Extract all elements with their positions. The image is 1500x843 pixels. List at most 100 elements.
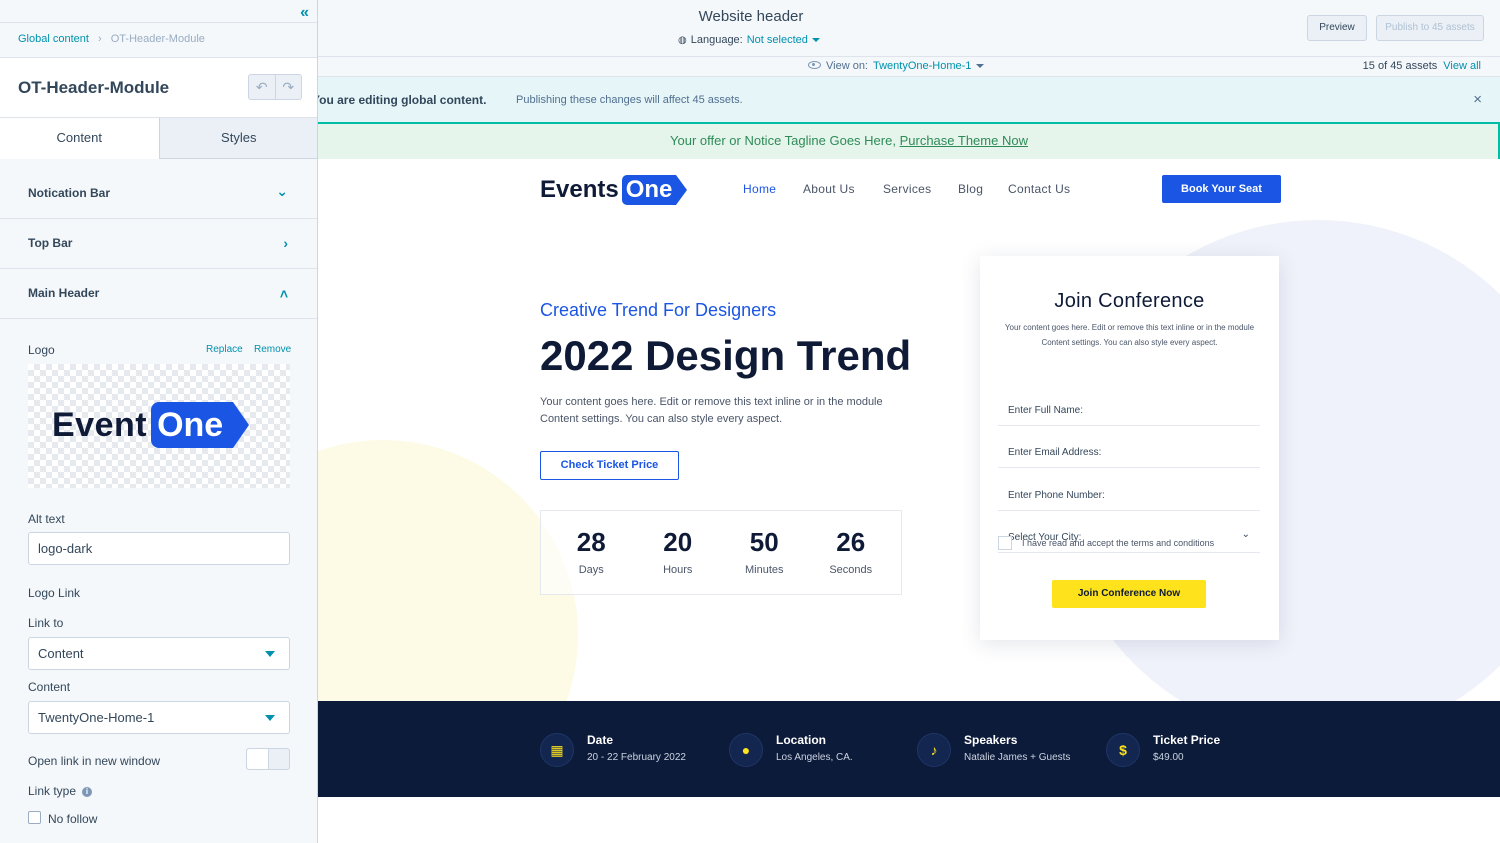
countdown-label: Hours xyxy=(663,564,693,576)
replace-logo-link[interactable]: Replace xyxy=(206,344,243,355)
info-value: Los Angeles, CA. xyxy=(776,752,853,763)
module-title: OT-Header-Module xyxy=(18,78,170,97)
chevron-down-icon: ⌄ xyxy=(276,183,288,199)
info-icon[interactable]: i xyxy=(82,787,93,797)
countdown-days: 28 Days xyxy=(548,511,635,594)
open-new-window-label: Open link in new window xyxy=(28,754,161,768)
link-to-value: Content xyxy=(38,646,84,661)
purchase-theme-link[interactable]: Purchase Theme Now xyxy=(900,133,1028,148)
microphone-icon: ♪ xyxy=(917,733,951,767)
logo-label: Logo xyxy=(28,343,55,357)
calendar-icon: ▦ xyxy=(540,733,574,767)
decorative-yellow-circle xyxy=(318,440,578,701)
caret-down-icon xyxy=(976,64,985,68)
undo-icon[interactable]: ↶ xyxy=(249,75,276,99)
info-heading: Location xyxy=(776,733,826,747)
email-field[interactable]: Enter Email Address: xyxy=(998,434,1260,468)
link-to-select[interactable]: Content xyxy=(28,637,290,670)
tab-styles[interactable]: Styles xyxy=(159,118,317,159)
toggle-knob xyxy=(247,749,269,769)
section-notification-bar[interactable]: Notication Bar ⌄ xyxy=(0,169,317,219)
info-heading: Ticket Price xyxy=(1153,733,1221,747)
logo-word-one: One xyxy=(621,175,688,205)
caret-down-icon xyxy=(265,715,275,721)
publish-button[interactable]: Publish to 45 assets xyxy=(1376,15,1484,41)
breadcrumb-current: OT-Header-Module xyxy=(110,33,205,45)
form-description: Your content goes here. Edit or remove t… xyxy=(1004,323,1255,347)
check-ticket-price-button[interactable]: Check Ticket Price xyxy=(540,451,679,480)
logo-preview[interactable]: Event One xyxy=(28,364,290,488)
sidebar-tabs: Content Styles xyxy=(0,118,317,159)
full-name-field[interactable]: Enter Full Name: xyxy=(998,392,1260,426)
remove-logo-link[interactable]: Remove xyxy=(254,344,291,355)
link-to-label: Link to xyxy=(28,616,64,630)
chevron-down-icon: ⌄ xyxy=(1241,529,1250,540)
close-icon[interactable]: × xyxy=(1473,91,1482,108)
form-title: Join Conference xyxy=(1054,290,1205,312)
content-value: TwentyOne-Home-1 xyxy=(38,710,155,725)
language-value: Not selected xyxy=(746,34,808,46)
nav-blog[interactable]: Blog xyxy=(958,182,983,196)
view-on-label: View on: xyxy=(826,60,868,72)
undo-redo-group: ↶ ↷ xyxy=(248,74,302,100)
info-heading: Speakers xyxy=(964,733,1018,747)
no-follow-checkbox[interactable] xyxy=(28,811,41,824)
section-label: Main Header xyxy=(28,286,100,300)
redo-icon[interactable]: ↷ xyxy=(276,75,302,99)
content-label: Content xyxy=(28,680,71,694)
logo-word-events: Events xyxy=(540,176,619,203)
content-select[interactable]: TwentyOne-Home-1 xyxy=(28,701,290,734)
logo-image: Event One xyxy=(52,402,250,448)
view-on-selector[interactable]: View on: TwentyOne-Home-1 xyxy=(808,60,985,72)
hero-description: Your content goes here. Edit or remove t… xyxy=(540,396,883,425)
chevron-up-icon: ˄ xyxy=(279,286,288,302)
site-logo[interactable]: Events One xyxy=(540,175,688,205)
view-all-link[interactable]: View all xyxy=(1443,60,1481,72)
page-title: Website header xyxy=(698,8,804,25)
language-label: Language: xyxy=(690,34,743,46)
countdown-label: Seconds xyxy=(829,564,873,576)
nav-home[interactable]: Home xyxy=(743,182,776,196)
editor-topbar: Website header ◍ Language: Not selected Pr… xyxy=(318,0,1500,57)
view-on-value: TwentyOne-Home-1 xyxy=(873,60,972,72)
countdown-label: Days xyxy=(578,564,604,576)
logo-word-one: One xyxy=(151,402,250,448)
collapse-sidebar-icon[interactable]: « xyxy=(300,4,309,22)
nav-services[interactable]: Services xyxy=(883,182,931,196)
join-conference-button[interactable]: Join Conference Now xyxy=(1052,580,1206,608)
countdown-seconds: 26 Seconds xyxy=(808,511,895,594)
language-selector[interactable]: ◍ Language: Not selected xyxy=(678,34,820,46)
section-label: Top Bar xyxy=(28,236,73,250)
location-pin-icon: ● xyxy=(729,733,763,767)
asset-count-text: 15 of 45 assets xyxy=(1362,60,1438,72)
section-main-header[interactable]: Main Header ˄ xyxy=(0,269,317,319)
dollar-icon: $ xyxy=(1106,733,1140,767)
logo-word-event: Event xyxy=(52,405,148,444)
view-bar: View on: TwentyOne-Home-1 15 of 45 assets… xyxy=(318,57,1500,77)
terms-label: I have read and accept the terms and con… xyxy=(1022,538,1215,548)
terms-checkbox[interactable] xyxy=(998,536,1012,550)
breadcrumb-separator-icon: › xyxy=(98,33,102,45)
preview-button[interactable]: Preview xyxy=(1307,15,1367,41)
hero-section: Creative Trend For Designers 2022 Design… xyxy=(318,220,1500,701)
chevron-right-icon: › xyxy=(283,235,288,251)
book-seat-button[interactable]: Book Your Seat xyxy=(1162,175,1281,203)
caret-down-icon xyxy=(265,651,275,657)
alt-text-input[interactable]: logo-dark xyxy=(28,532,290,565)
editor-sidebar: « Global content › OT-Header-Module OT-H… xyxy=(0,0,318,843)
alt-text-label: Alt text xyxy=(28,512,65,526)
tab-content[interactable]: Content xyxy=(0,118,160,159)
logo-link-label: Logo Link xyxy=(28,586,81,600)
caret-down-icon xyxy=(811,38,820,42)
phone-field[interactable]: Enter Phone Number: xyxy=(998,477,1260,511)
nav-about-us[interactable]: About Us xyxy=(803,182,855,196)
open-new-window-toggle[interactable] xyxy=(246,748,290,770)
countdown-value: 50 xyxy=(749,527,779,557)
eye-icon xyxy=(808,61,821,69)
info-value: $49.00 xyxy=(1153,752,1184,763)
countdown-value: 28 xyxy=(576,527,606,557)
section-top-bar[interactable]: Top Bar › xyxy=(0,219,317,269)
globe-icon: ◍ xyxy=(678,35,687,46)
nav-contact-us[interactable]: Contact Us xyxy=(1008,182,1070,196)
breadcrumb-global-content[interactable]: Global content xyxy=(18,33,89,45)
